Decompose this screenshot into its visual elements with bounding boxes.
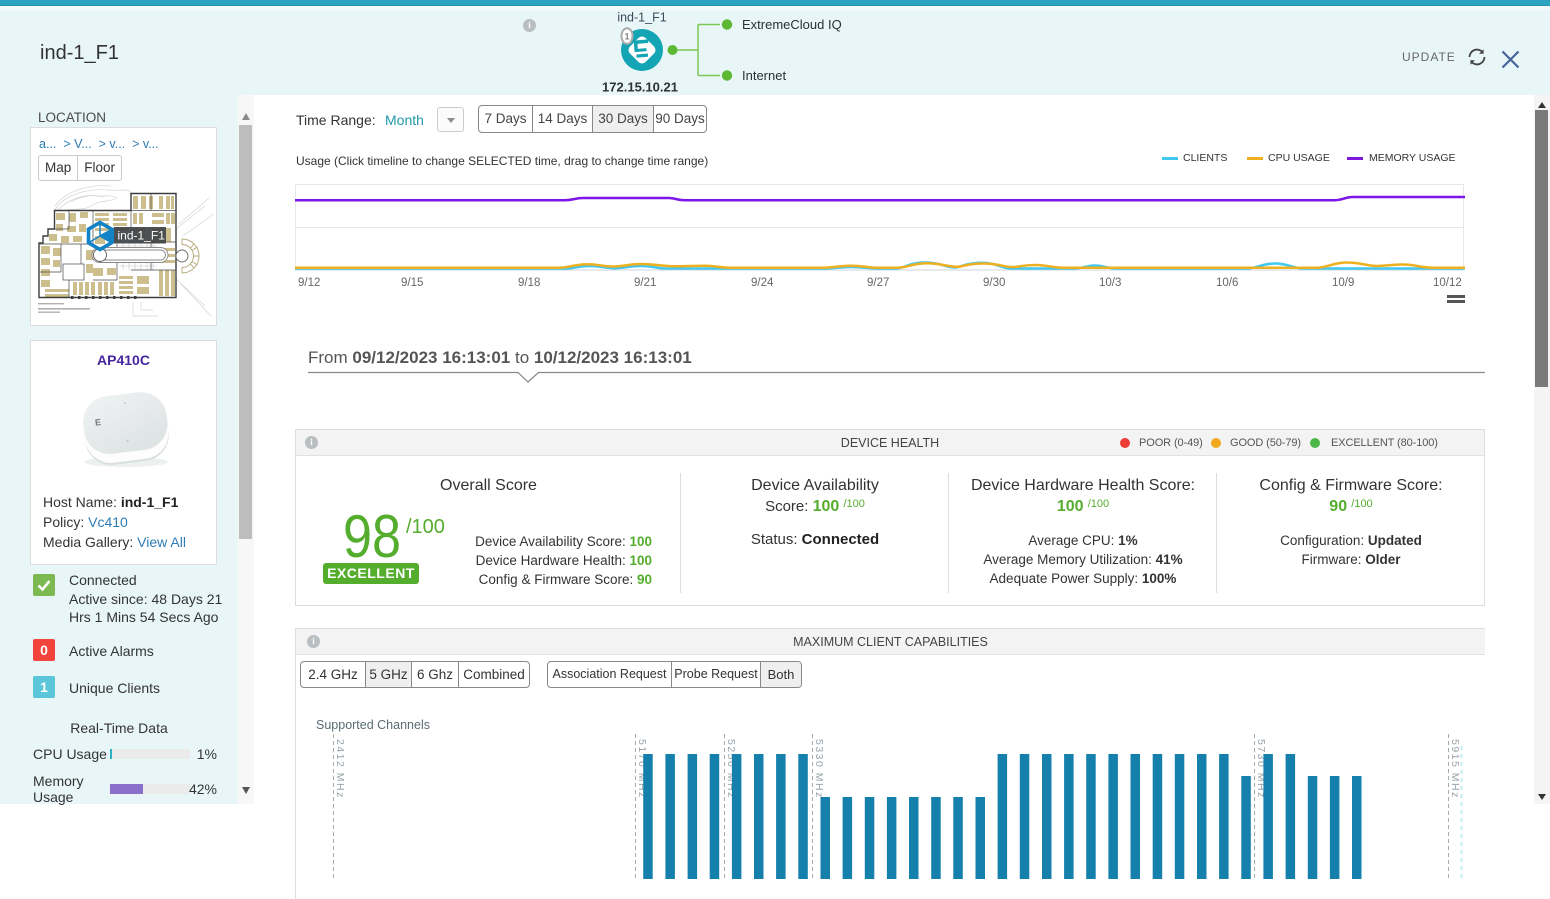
svg-text:ind-1_F1: ind-1_F1	[118, 229, 166, 243]
svg-text:ExtremeCloud IQ: ExtremeCloud IQ	[742, 17, 842, 32]
svg-text:E: E	[94, 417, 101, 428]
svg-text:ind-1_F1: ind-1_F1	[617, 11, 666, 25]
svg-text:Internet: Internet	[742, 68, 786, 83]
svg-text:5330 MHz: 5330 MHz	[813, 739, 825, 799]
svg-text:5915 MHz: 5915 MHz	[1449, 739, 1461, 799]
svg-text:2412 MHz: 2412 MHz	[334, 739, 346, 799]
svg-text:1: 1	[624, 32, 630, 43]
svg-text:172.15.10.21: 172.15.10.21	[602, 80, 678, 95]
